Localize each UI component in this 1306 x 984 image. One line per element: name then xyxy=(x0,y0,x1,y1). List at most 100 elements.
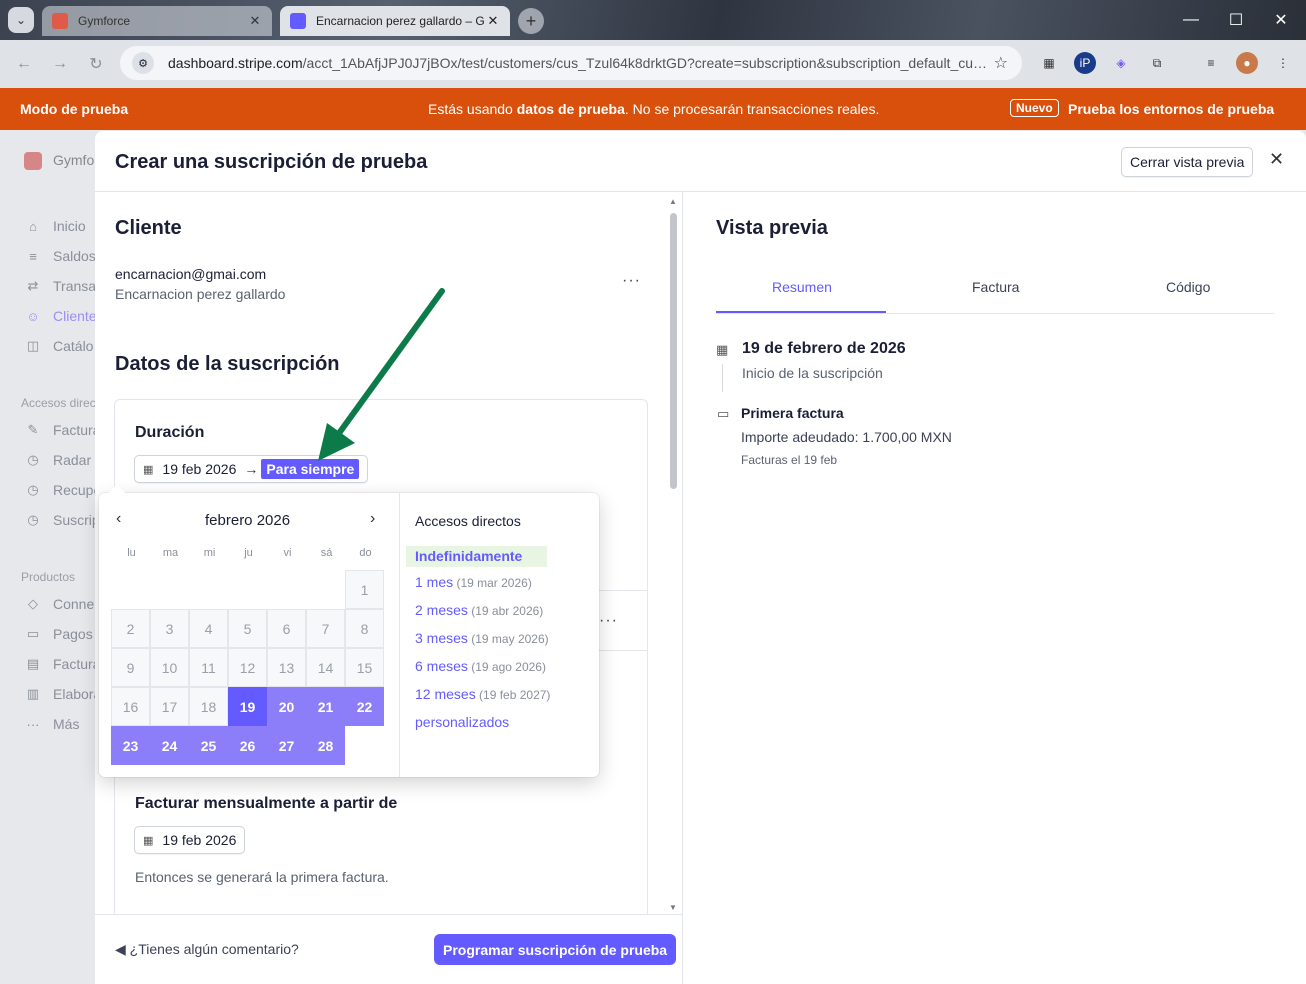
sidebar-label: Radar xyxy=(53,452,92,468)
calendar-day[interactable]: 21 xyxy=(306,687,345,726)
customer-more-icon[interactable]: ··· xyxy=(622,272,641,290)
maximize-icon[interactable]: ☐ xyxy=(1221,8,1251,32)
duration-date-range-button[interactable]: ▦ 19 feb 2026 → Para siempre xyxy=(134,455,369,483)
calendar-day[interactable]: 2 xyxy=(111,609,150,648)
site-settings-icon[interactable]: ⚙ xyxy=(132,52,154,74)
tab-codigo[interactable]: Código xyxy=(1166,279,1210,295)
media-queue-icon[interactable]: ≡ xyxy=(1200,52,1222,74)
calendar-day[interactable]: 15 xyxy=(345,648,384,687)
calendar-day[interactable]: 20 xyxy=(267,687,306,726)
calendar-day[interactable]: 25 xyxy=(189,726,228,765)
sidebar-item-facturas[interactable]: ✎ Factura xyxy=(24,422,101,438)
try-sandboxes-link[interactable]: Prueba los entornos de prueba xyxy=(1068,101,1274,117)
ip-extension-icon[interactable]: iP xyxy=(1074,52,1096,74)
transfer-icon: ⇄ xyxy=(27,278,39,293)
calendar-day[interactable]: 23 xyxy=(111,726,150,765)
sidebar-item-pagos[interactable]: ▭ Pagos xyxy=(24,626,93,642)
close-preview-button[interactable]: Cerrar vista previa xyxy=(1121,147,1254,177)
scroll-down-icon[interactable]: ▼ xyxy=(669,903,677,912)
calendar-day[interactable]: 22 xyxy=(345,687,384,726)
calendar-day[interactable]: 16 xyxy=(111,687,150,726)
calendar-day[interactable]: 1 xyxy=(345,570,384,609)
calendar-day[interactable]: 9 xyxy=(111,648,150,687)
browser-tab-gymforce[interactable]: Gymforce ✕ xyxy=(42,6,272,36)
back-arrow-icon[interactable]: ← xyxy=(12,52,36,76)
start-date-value: 19 feb 2026 xyxy=(162,461,237,477)
sidebar-label: Inicio xyxy=(53,218,86,234)
sidebar-item-mas[interactable]: ··· Más xyxy=(24,716,80,732)
calendar-day[interactable]: 24 xyxy=(150,726,189,765)
scroll-up-icon[interactable]: ▲ xyxy=(669,197,677,206)
forward-arrow-icon[interactable]: → xyxy=(48,52,72,76)
profile-avatar[interactable]: ● xyxy=(1236,52,1258,74)
sidebar-item-inicio[interactable]: ⌂ Inicio xyxy=(24,218,86,234)
calendar-day[interactable]: 7 xyxy=(306,609,345,648)
calendar-day[interactable]: 10 xyxy=(150,648,189,687)
tab-close-icon[interactable]: ✕ xyxy=(248,13,262,29)
browser-menu-icon[interactable]: ⋮ xyxy=(1272,52,1294,74)
qr-extension-icon[interactable]: ▦ xyxy=(1038,52,1060,74)
calendar-day[interactable]: 6 xyxy=(267,609,306,648)
minimize-icon[interactable]: — xyxy=(1176,8,1206,32)
extensions-puzzle-icon[interactable]: ⧉ xyxy=(1146,52,1168,74)
sidebar-item-clientes[interactable]: ☺ Cliente xyxy=(24,308,96,324)
ai-extension-icon[interactable]: ◈ xyxy=(1110,52,1132,74)
weekday-label: sá xyxy=(320,547,333,559)
sidebar-label: Más xyxy=(53,716,80,732)
duration-shortcut[interactable]: 2 meses (19 abr 2026) xyxy=(415,602,543,618)
sidebar-item-facturacion[interactable]: ▤ Factura xyxy=(24,656,101,672)
shortcut-date: (19 ago 2026) xyxy=(467,660,546,674)
calendar-day[interactable]: 28 xyxy=(306,726,345,765)
calendar-day[interactable]: 11 xyxy=(189,648,228,687)
item-more-icon[interactable]: ··· xyxy=(599,612,618,630)
reload-icon[interactable]: ↻ xyxy=(84,52,108,76)
duration-shortcut[interactable]: 3 meses (19 may 2026) xyxy=(415,630,549,646)
schedule-subscription-button[interactable]: Programar suscripción de prueba xyxy=(434,934,677,965)
window-close-icon[interactable]: ✕ xyxy=(1266,8,1296,32)
sidebar-item-radar[interactable]: ◷ Radar xyxy=(24,452,91,468)
tab-resumen[interactable]: Resumen xyxy=(772,279,832,295)
tab-close-icon[interactable]: ✕ xyxy=(486,13,500,29)
duration-shortcut[interactable]: 1 mes (19 mar 2026) xyxy=(415,574,532,590)
feedback-link[interactable]: ◀ ¿Tienes algún comentario? xyxy=(115,941,299,958)
calendar-day[interactable]: 12 xyxy=(228,648,267,687)
sidebar-item-connect[interactable]: ◇ Conne xyxy=(24,596,94,612)
calendar-day[interactable]: 13 xyxy=(267,648,306,687)
calendar-day[interactable]: 8 xyxy=(345,609,384,648)
sidebar-item-suscripciones[interactable]: ◷ Suscrip xyxy=(24,512,99,528)
duration-shortcut[interactable]: 6 meses (19 ago 2026) xyxy=(415,658,546,674)
browser-tab-customer[interactable]: Encarnacion perez gallardo – G ✕ xyxy=(280,6,510,36)
calendar-day[interactable]: 18 xyxy=(189,687,228,726)
calendar-day[interactable]: 4 xyxy=(189,609,228,648)
tab-factura[interactable]: Factura xyxy=(972,279,1019,295)
sidebar-item-recuperacion[interactable]: ◷ Recupe xyxy=(24,482,101,498)
calendar-day[interactable]: 3 xyxy=(150,609,189,648)
next-month-chevron-icon[interactable]: › xyxy=(370,510,375,528)
tab-search-chevron-icon[interactable]: ⌄ xyxy=(8,7,34,33)
address-bar[interactable]: ⚙ dashboard.stripe.com/acct_1AbAfjJPJ0J7… xyxy=(120,46,1022,80)
close-icon[interactable]: ✕ xyxy=(1269,149,1284,170)
bookmark-star-icon[interactable]: ☆ xyxy=(994,53,1008,73)
duration-shortcut[interactable]: Indefinidamente xyxy=(406,546,547,567)
billing-date-button[interactable]: ▦ 19 feb 2026 xyxy=(134,826,246,854)
pin-icon: ✎ xyxy=(27,422,39,437)
duration-shortcut[interactable]: 12 meses (19 feb 2027) xyxy=(415,686,550,702)
sidebar-item-informes[interactable]: ▥ Elabora xyxy=(24,686,101,702)
calendar-day[interactable]: 27 xyxy=(267,726,306,765)
megaphone-icon: ◀ xyxy=(115,941,130,957)
scroll-thumb[interactable] xyxy=(670,213,677,489)
calendar-day[interactable]: 26 xyxy=(228,726,267,765)
duration-shortcut[interactable]: personalizados xyxy=(415,714,509,730)
sidebar-item-catalogo[interactable]: ◫ Catálo xyxy=(24,338,94,354)
calendar-day[interactable]: 19 xyxy=(228,687,267,726)
form-scrollbar[interactable]: ▲ ▼ xyxy=(667,197,679,915)
calendar-day[interactable]: 14 xyxy=(306,648,345,687)
prev-month-chevron-icon[interactable]: ‹ xyxy=(116,510,121,528)
new-tab-plus-icon[interactable]: + xyxy=(518,8,544,34)
sidebar-item-transacciones[interactable]: ⇄ Transa xyxy=(24,278,97,294)
browser-tabbar: ⌄ Gymforce ✕ Encarnacion perez gallardo … xyxy=(0,0,1306,40)
calendar-day[interactable]: 17 xyxy=(150,687,189,726)
calendar-day[interactable]: 5 xyxy=(228,609,267,648)
sidebar-item-saldos[interactable]: ≡ Saldos xyxy=(24,248,96,264)
clock-icon: ◷ xyxy=(27,512,39,527)
